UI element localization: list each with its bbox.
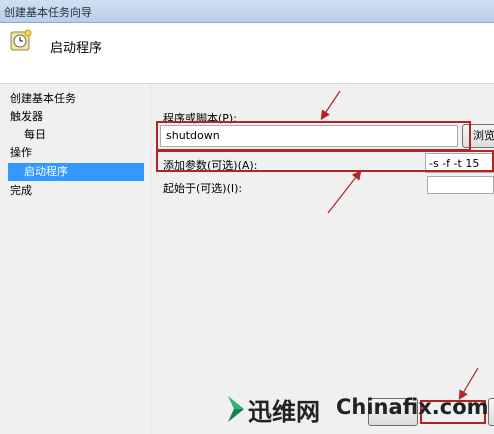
arrow-to-finish — [458, 367, 479, 401]
watermark-en: Chinafix.com — [336, 395, 489, 419]
arrow-to-args — [327, 170, 362, 214]
arrow-to-program — [320, 90, 341, 120]
annotation-arrows — [320, 90, 479, 401]
watermark-cn: 迅维网 — [248, 398, 320, 426]
